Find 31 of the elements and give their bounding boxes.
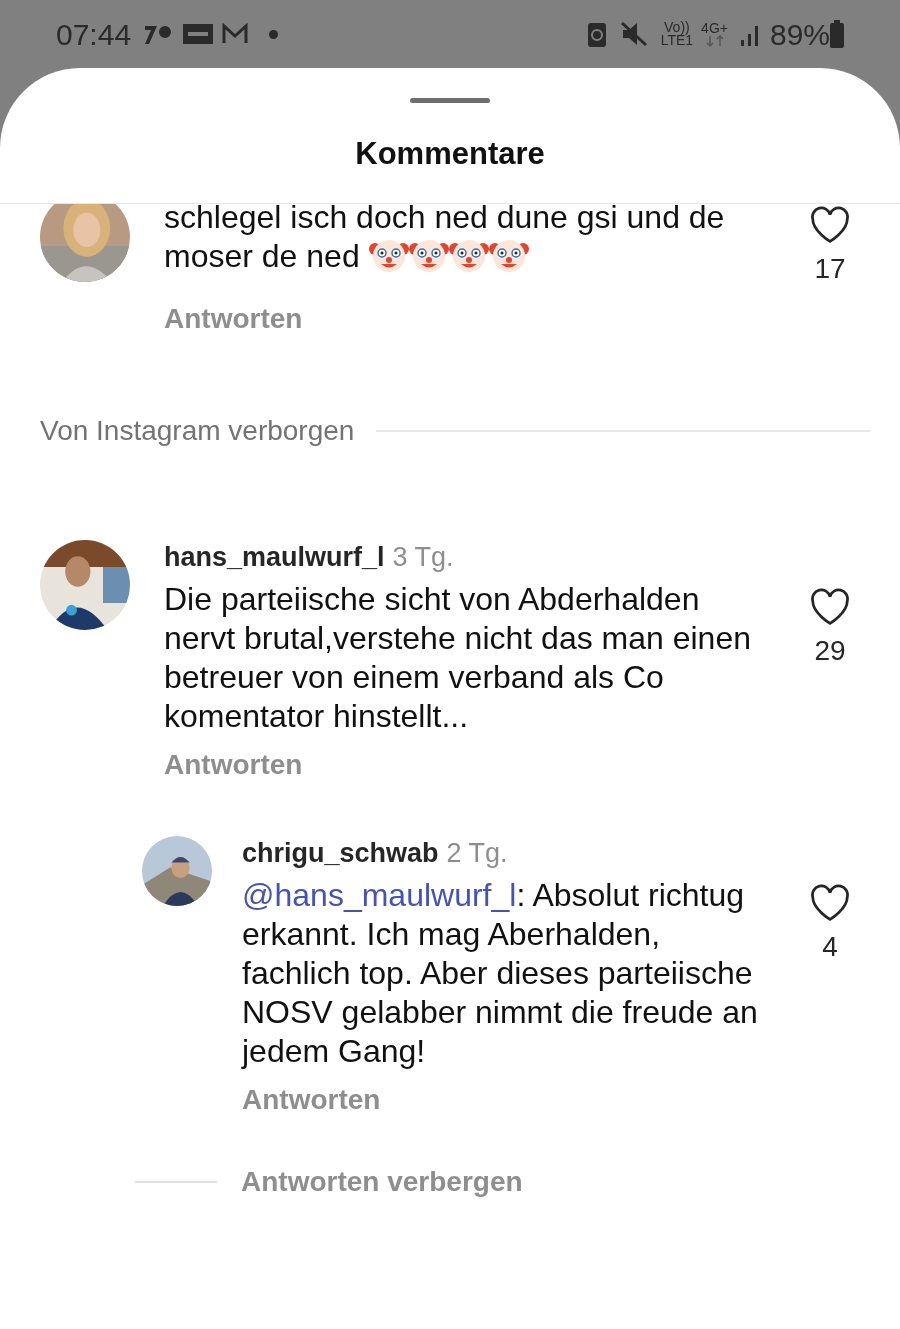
data-arrows-icon xyxy=(704,34,725,47)
heart-icon[interactable] xyxy=(809,206,851,244)
hidden-comments-label: Von Instagram verborgen xyxy=(40,414,355,448)
reply-button[interactable]: Antworten xyxy=(164,298,303,340)
clock: 07:44 xyxy=(56,16,132,53)
username[interactable]: hans_maulwurf_l xyxy=(164,540,385,574)
network-label: LTE1 xyxy=(660,34,694,47)
sheet-title: Kommentare xyxy=(355,135,545,173)
username[interactable]: chrigu_schwab xyxy=(242,836,439,870)
network-label: Vo)) xyxy=(664,21,690,34)
battery-percent: 89% xyxy=(769,16,830,53)
battery-saver-icon xyxy=(586,20,607,48)
comment-text: Die parteiische sicht von Abderhalden nervt brutal,verstehe nicht das man einen betreuer von einem verband als Co komentator hinstellt... xyxy=(164,580,752,736)
like-count: 17 xyxy=(814,252,846,286)
reply-button[interactable]: Antworten xyxy=(242,1079,381,1121)
mail-icon xyxy=(221,23,250,45)
drag-handle[interactable] xyxy=(410,98,490,103)
mention-link[interactable]: @hans_maulwurf_l xyxy=(242,877,517,913)
comment-text: schlegel isch doch ned dune gsi und de moser de ned xyxy=(164,204,726,276)
reply-button[interactable]: Antworten xyxy=(164,744,303,786)
like-count: 29 xyxy=(814,634,846,668)
battery-icon xyxy=(830,20,844,48)
comment-text: @hans_maulwurf_l: Absolut richtug erkannt. Ich mag Aberhalden, fachlich top. Aber dieses parteiische NOSV gelabber nimmt die freude an jedem Gang! xyxy=(242,876,759,1071)
like-count: 4 xyxy=(822,930,838,964)
comment-time: 3 Tg. xyxy=(392,541,454,574)
comment-time: 2 Tg. xyxy=(446,837,508,870)
mute-icon xyxy=(618,20,649,48)
hide-replies-button[interactable]: Antworten verbergen xyxy=(241,1161,523,1203)
data-type-label: 4G+ xyxy=(701,21,728,35)
heart-icon[interactable] xyxy=(809,884,851,922)
heart-icon[interactable] xyxy=(809,588,851,626)
